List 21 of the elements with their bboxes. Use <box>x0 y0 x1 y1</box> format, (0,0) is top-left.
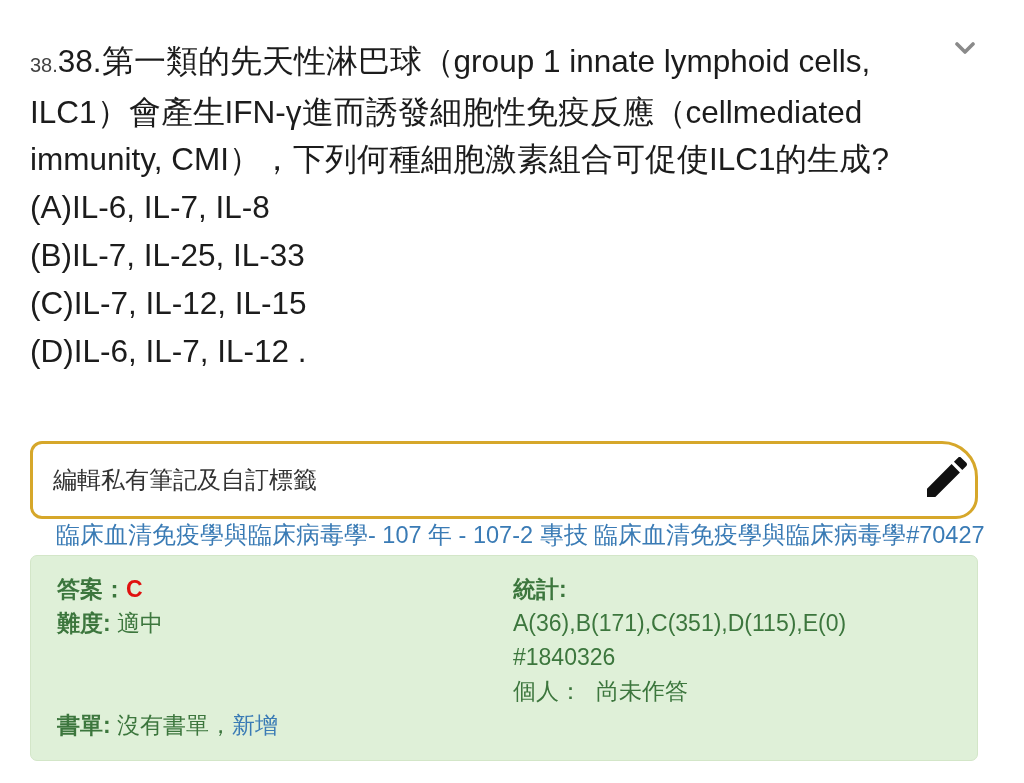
difficulty-value: 適中 <box>116 609 163 638</box>
answer-value: C <box>126 575 143 604</box>
answer-option: (D)IL-6, IL-7, IL-12 . <box>30 327 307 375</box>
question-text: 38.38.第一類的先天性淋巴球（group 1 innate lymphoid cells, ILC1）會產生IFN-γ進而誘發細胞性免疫反應（cellmediated immunity, CMI），下列何種細胞激素組合可促使ILC1的生成? <box>30 42 890 179</box>
booklist-value: 沒有書單， <box>116 711 232 740</box>
pencil-icon <box>927 457 967 497</box>
add-booklist-link[interactable]: 新增 <box>231 708 278 742</box>
stats-counts: A(36),B(171),C(351),D(115),E(0) <box>513 609 847 638</box>
note-edit-button[interactable]: 編輯私有筆記及自訂標籤 <box>30 441 978 519</box>
stats-id: #1840326 <box>513 643 616 672</box>
answer-option: (C)IL-7, IL-12, IL-15 <box>30 279 307 327</box>
source-link[interactable]: 臨床血清免疫學與臨床病毒學- 107 年 - 107-2 專技 臨床血清免疫學與臨床病毒學#70427 <box>56 520 985 551</box>
personal-value: 尚未作答 <box>596 677 688 706</box>
chevron-down-icon[interactable] <box>955 42 975 55</box>
personal-label: 個人： <box>513 677 582 706</box>
booklist-label: 書單: <box>57 711 111 740</box>
difficulty-label: 難度: <box>57 609 111 638</box>
stats-label: 統計: <box>513 575 567 604</box>
answer-option: (B)IL-7, IL-25, IL-33 <box>30 231 305 279</box>
answer-label: 答案： <box>57 575 126 604</box>
answer-option: (A)IL-6, IL-7, IL-8 <box>30 183 270 231</box>
